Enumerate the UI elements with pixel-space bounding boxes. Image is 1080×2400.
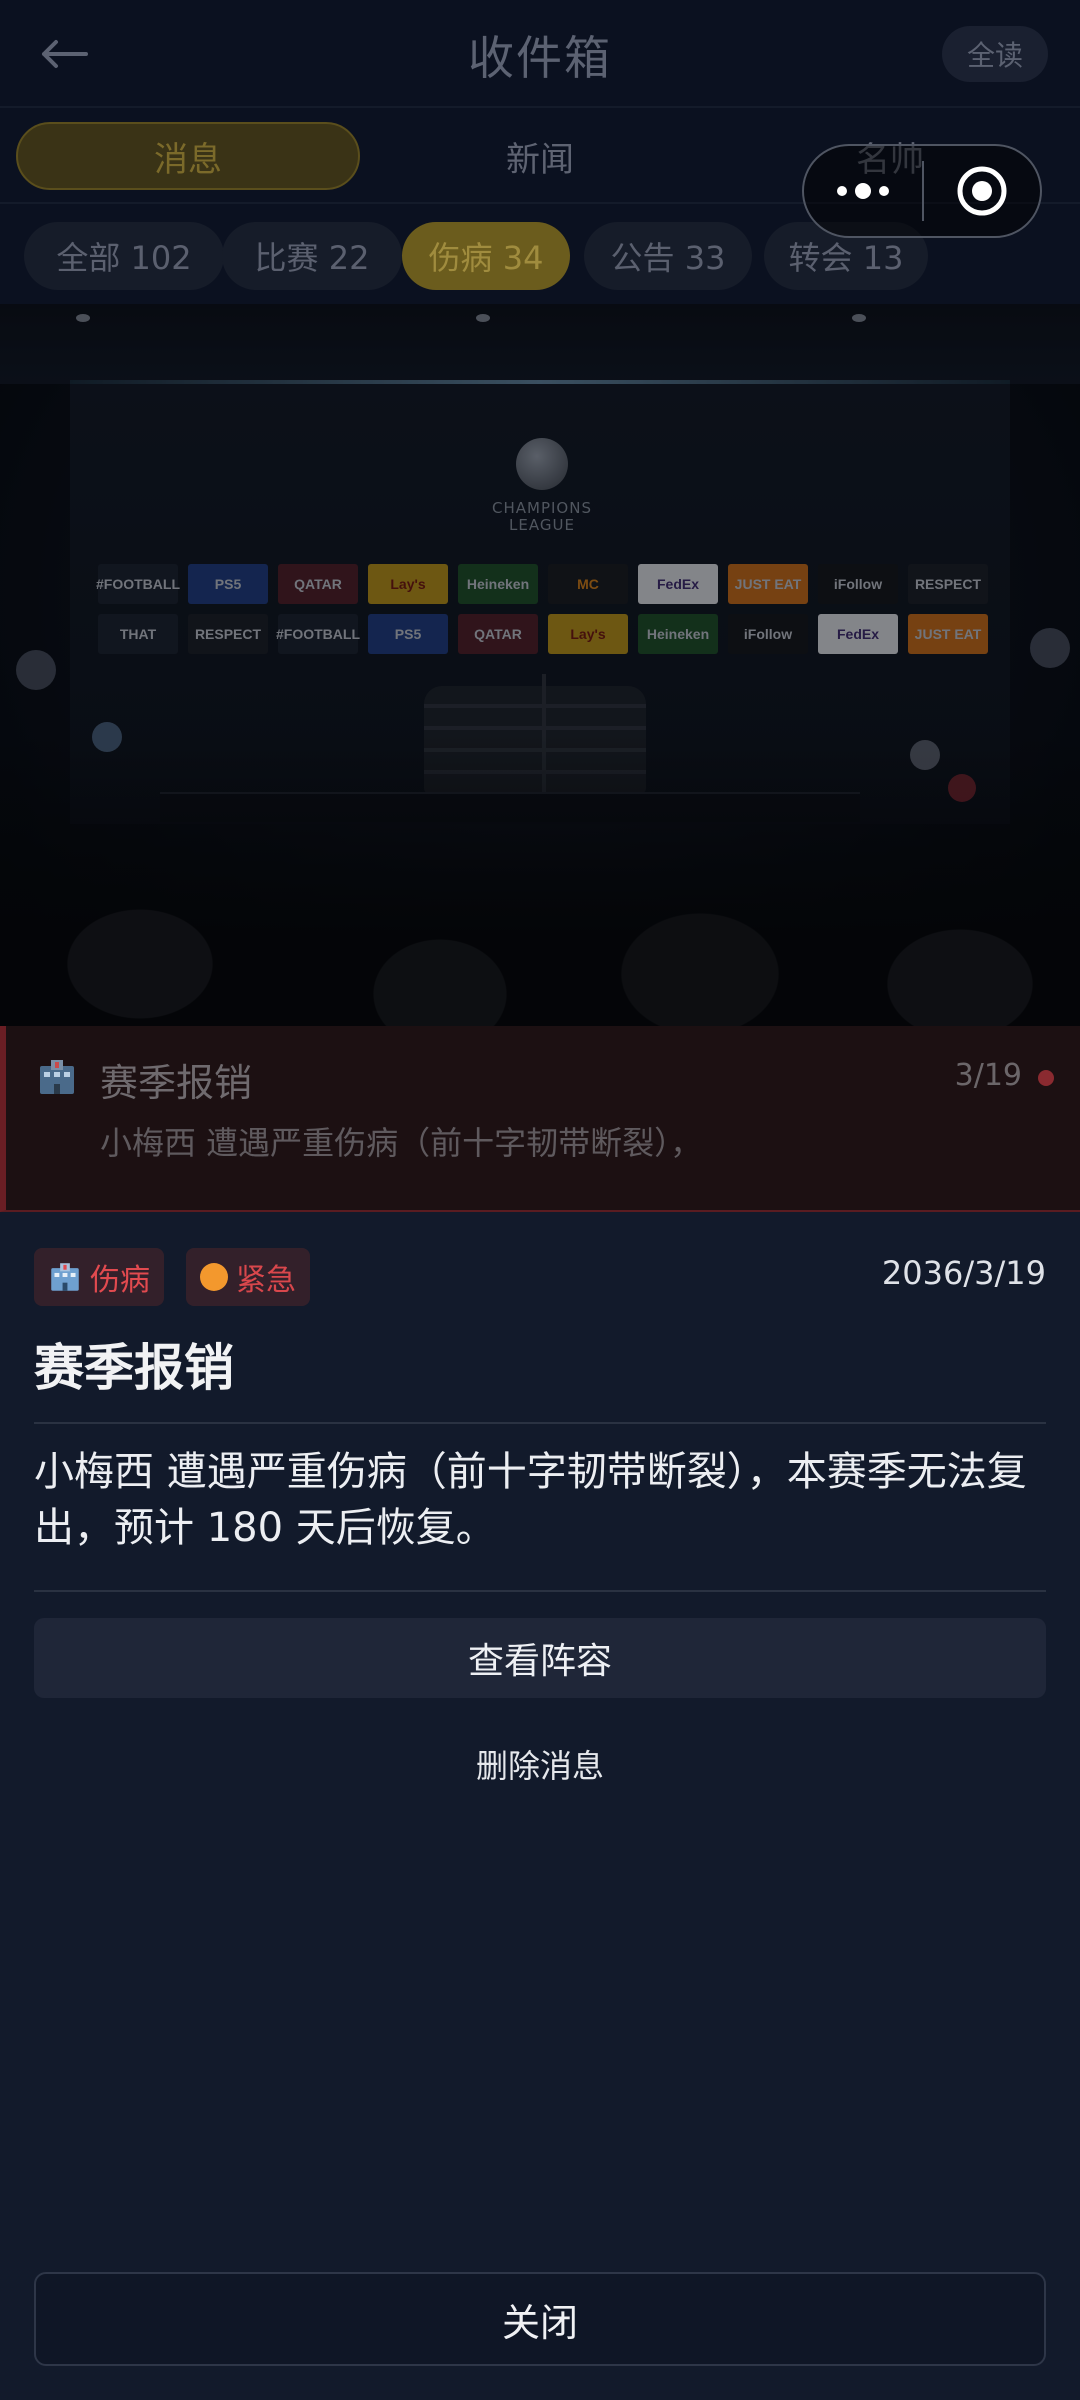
view-lineup-button[interactable]: 查看阵容 [34, 1618, 1046, 1698]
priority-badge: 紧急 [186, 1248, 310, 1306]
hospital-icon [51, 1263, 79, 1291]
press-room-image: CHAMPIONS LEAGUE #FOOTBALL PS5 QATAR Lay… [0, 304, 1080, 1026]
category-badge-label: 伤病 [90, 1263, 150, 1298]
close-button[interactable]: 关闭 [34, 2272, 1046, 2366]
detail-body: 小梅西 遭遇严重伤病（前十字韧带断裂），本赛季无法复出，预计 180 天后恢复。 [34, 1449, 1027, 1551]
more-dots-icon [837, 183, 889, 199]
filter-all[interactable]: 全部 102 [24, 222, 224, 290]
tab-news[interactable]: 新闻 [400, 122, 680, 190]
unread-dot [1038, 1070, 1054, 1086]
orange-circle-icon [200, 1263, 228, 1291]
target-circle-icon [957, 166, 1007, 216]
image-dim-overlay [0, 304, 1080, 1026]
divider [34, 1590, 1046, 1592]
hospital-icon [36, 1056, 78, 1098]
detail-date: 2036/3/19 [881, 1254, 1046, 1292]
filter-injury[interactable]: 伤病 34 [402, 222, 570, 290]
filter-announcement[interactable]: 公告 33 [584, 222, 752, 290]
message-list-item[interactable]: 赛季报销 3/19 小梅西 遭遇严重伤病（前十字韧带断裂）， [0, 1026, 1080, 1212]
page-title: 收件箱 [468, 31, 612, 85]
more-options-button[interactable] [804, 146, 922, 236]
category-badge: 伤病 [34, 1248, 164, 1306]
read-all-button[interactable]: 全读 [942, 26, 1048, 82]
priority-badge-label: 紧急 [236, 1263, 296, 1298]
message-preview: 小梅西 遭遇严重伤病（前十字韧带断裂）， [100, 1124, 703, 1162]
exit-miniprogram-button[interactable] [924, 146, 1040, 236]
delete-message-button[interactable]: 删除消息 [390, 1734, 690, 1794]
divider [34, 1422, 1046, 1424]
tab-messages[interactable]: 消息 [16, 122, 360, 190]
miniprogram-capsule [802, 144, 1042, 238]
message-date: 3/19 [954, 1058, 1022, 1093]
app-header: 收件箱 全读 [0, 0, 1080, 108]
detail-title: 赛季报销 [34, 1339, 234, 1397]
filter-match[interactable]: 比赛 22 [222, 222, 402, 290]
message-title: 赛季报销 [100, 1061, 253, 1105]
message-detail-sheet: 伤病 紧急 2036/3/19 赛季报销 小梅西 遭遇严重伤病（前十字韧带断裂）… [0, 1212, 1080, 2400]
